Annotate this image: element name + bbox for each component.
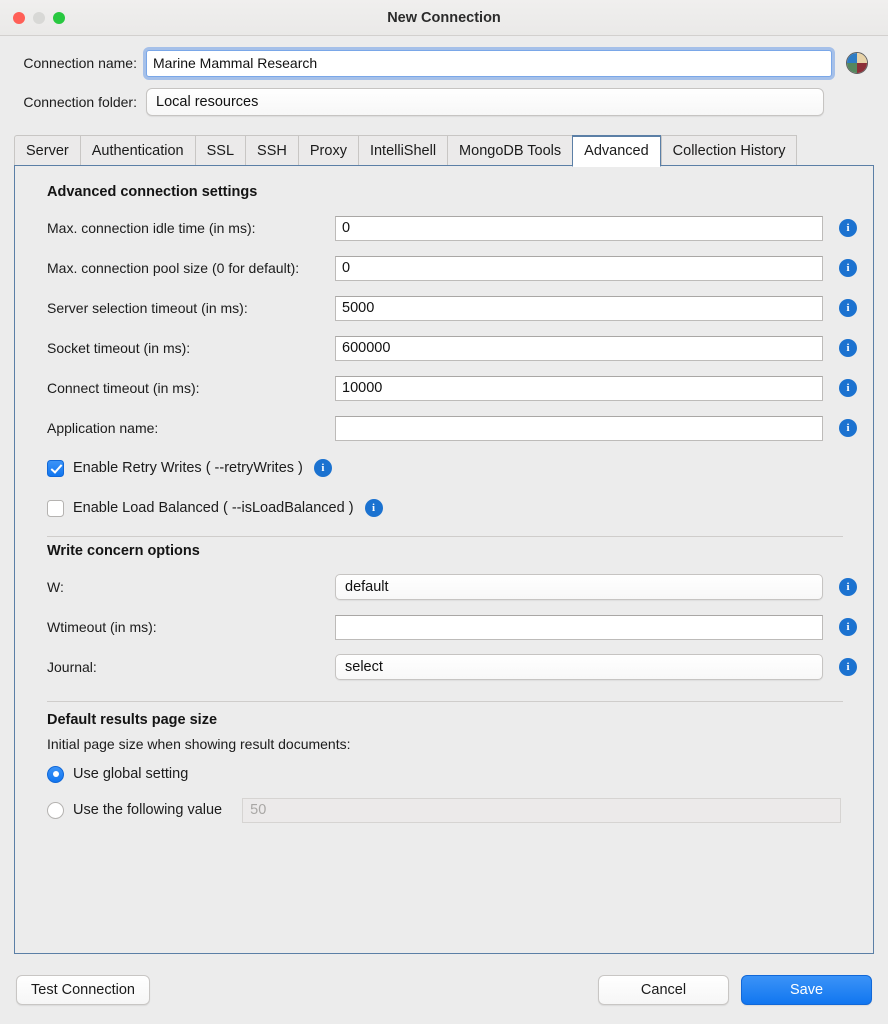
info-icon-socket-timeout[interactable]: i	[839, 339, 857, 357]
application-name-input[interactable]	[335, 415, 823, 441]
radio-row-custom-value: Use the following value 50	[47, 792, 857, 828]
tab-server[interactable]: Server	[14, 135, 80, 167]
connection-name-label: Connection name:	[23, 55, 137, 71]
journal-select[interactable]: select	[335, 654, 823, 680]
custom-page-size-input[interactable]: 50	[242, 797, 841, 823]
info-icon-connect-timeout[interactable]: i	[839, 379, 857, 397]
load-balanced-checkbox[interactable]	[47, 499, 64, 517]
field-row-max-idle-time: Max. connection idle time (in ms): 0 i	[31, 208, 857, 248]
checkbox-row-load-balanced: Enable Load Balanced ( --isLoadBalanced …	[47, 488, 857, 528]
field-row-connect-timeout: Connect timeout (in ms): 10000 i	[31, 368, 857, 408]
checkbox-row-retry-writes: Enable Retry Writes ( --retryWrites ) i	[47, 448, 857, 488]
journal-label: Journal:	[47, 659, 97, 675]
application-name-label: Application name:	[47, 420, 159, 436]
minimize-window-button[interactable]	[33, 11, 45, 24]
section-divider-write-concern	[47, 536, 843, 537]
connection-name-input[interactable]: Marine Mammal Research	[146, 49, 832, 77]
tab-advanced[interactable]: Advanced	[572, 135, 661, 167]
use-following-value-label: Use the following value	[73, 802, 223, 818]
window-titlebar: New Connection	[0, 0, 888, 36]
page-size-section-title: Default results page size	[47, 712, 218, 728]
wtimeout-label: Wtimeout (in ms):	[47, 619, 157, 635]
tab-proxy[interactable]: Proxy	[297, 135, 358, 167]
w-select[interactable]: default	[335, 574, 823, 600]
field-row-journal: Journal: select i	[31, 647, 857, 687]
info-icon-wtimeout[interactable]: i	[839, 618, 857, 636]
section-divider-page-size	[47, 701, 843, 702]
info-icon-max-idle-time[interactable]: i	[839, 219, 857, 237]
connection-header-form: Connection name: Marine Mammal Research …	[0, 36, 888, 132]
info-icon-server-selection-timeout[interactable]: i	[839, 299, 857, 317]
info-icon-journal[interactable]: i	[839, 658, 857, 676]
wtimeout-input[interactable]	[335, 614, 823, 640]
field-row-max-pool-size: Max. connection pool size (0 for default…	[31, 248, 857, 288]
connect-timeout-input[interactable]: 10000	[335, 375, 823, 401]
connection-name-row: Connection name: Marine Mammal Research	[0, 48, 888, 78]
window-title: New Connection	[387, 9, 501, 26]
test-connection-button[interactable]: Test Connection	[16, 974, 150, 1005]
use-following-value-radio[interactable]	[47, 801, 64, 819]
retry-writes-checkbox[interactable]	[47, 459, 64, 477]
tab-authentication[interactable]: Authentication	[79, 135, 195, 167]
color-wheel-quadrant-tan	[857, 53, 867, 63]
settings-tabstrip: Server Authentication SSL SSH Proxy Inte…	[0, 132, 888, 167]
retry-writes-label: Enable Retry Writes ( --retryWrites )	[73, 460, 303, 476]
page-size-hint: Initial page size when showing result do…	[47, 736, 351, 752]
info-icon-retry-writes[interactable]: i	[313, 459, 332, 477]
advanced-section-title: Advanced connection settings	[47, 184, 258, 200]
connect-timeout-label: Connect timeout (in ms):	[47, 380, 200, 396]
tab-ssh[interactable]: SSH	[245, 135, 298, 167]
save-button[interactable]: Save	[741, 974, 872, 1005]
field-row-application-name: Application name: i	[31, 408, 857, 448]
advanced-settings-panel: Advanced connection settings Max. connec…	[14, 165, 874, 954]
dialog-footer: Test Connection Cancel Save	[0, 955, 888, 1024]
load-balanced-label: Enable Load Balanced ( --isLoadBalanced …	[73, 500, 354, 516]
connection-folder-select[interactable]: Local resources	[146, 88, 824, 116]
tab-collection-history[interactable]: Collection History	[660, 135, 798, 167]
color-wheel-icon[interactable]	[846, 52, 868, 74]
close-window-button[interactable]	[13, 11, 25, 24]
color-wheel-quadrant-maroon	[857, 63, 867, 73]
max-idle-time-label: Max. connection idle time (in ms):	[47, 220, 256, 236]
field-row-wtimeout: Wtimeout (in ms): i	[31, 607, 857, 647]
server-selection-timeout-input[interactable]: 5000	[335, 295, 823, 321]
color-wheel-quadrant-green	[847, 63, 857, 73]
cancel-button[interactable]: Cancel	[598, 974, 729, 1005]
zoom-window-button[interactable]	[53, 11, 65, 24]
radio-row-global-setting: Use global setting	[47, 756, 857, 792]
socket-timeout-input[interactable]: 600000	[335, 335, 823, 361]
info-icon-w[interactable]: i	[839, 578, 857, 596]
traffic-lights	[13, 11, 65, 24]
w-label: W:	[47, 579, 64, 595]
socket-timeout-label: Socket timeout (in ms):	[47, 340, 191, 356]
tab-mongodb-tools[interactable]: MongoDB Tools	[447, 135, 573, 167]
connection-folder-row: Connection folder: Local resources	[0, 87, 888, 117]
write-concern-section-title: Write concern options	[47, 543, 200, 559]
info-icon-load-balanced[interactable]: i	[364, 499, 383, 517]
field-row-w: W: default i	[31, 567, 857, 607]
new-connection-dialog: New Connection Connection name: Marine M…	[0, 0, 888, 1024]
connection-folder-label: Connection folder:	[23, 94, 137, 110]
info-icon-application-name[interactable]: i	[839, 419, 857, 437]
info-icon-max-pool-size[interactable]: i	[839, 259, 857, 277]
field-row-server-selection-timeout: Server selection timeout (in ms): 5000 i	[31, 288, 857, 328]
color-wheel-quadrant-blue	[847, 53, 857, 63]
tab-intellishell[interactable]: IntelliShell	[357, 135, 448, 167]
max-pool-size-input[interactable]: 0	[335, 255, 823, 281]
max-idle-time-input[interactable]: 0	[335, 215, 823, 241]
tab-ssl[interactable]: SSL	[194, 135, 246, 167]
max-pool-size-label: Max. connection pool size (0 for default…	[47, 260, 300, 276]
use-global-setting-radio[interactable]	[47, 765, 64, 783]
server-selection-timeout-label: Server selection timeout (in ms):	[47, 300, 248, 316]
use-global-setting-label: Use global setting	[73, 766, 189, 782]
field-row-socket-timeout: Socket timeout (in ms): 600000 i	[31, 328, 857, 368]
